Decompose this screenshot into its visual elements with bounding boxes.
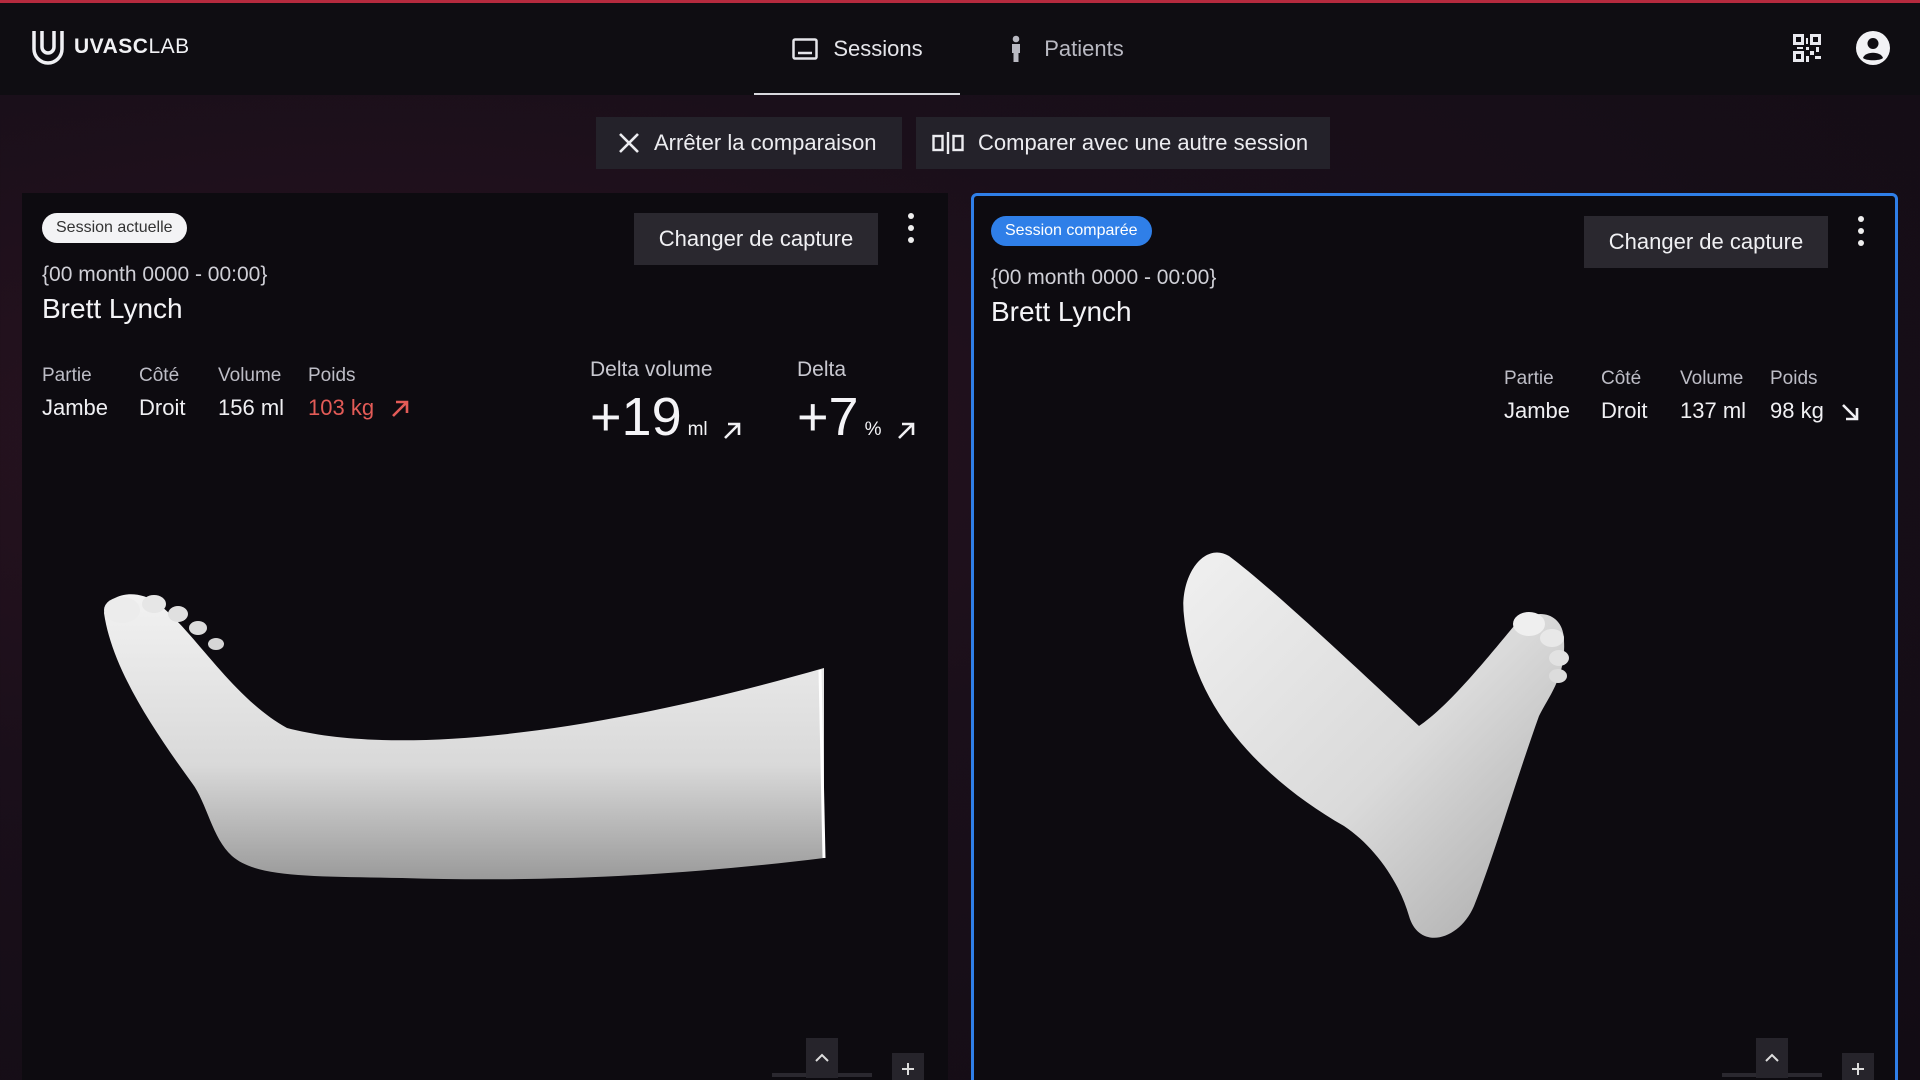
current-session-panel: Session actuelle Changer de capture {00 … xyxy=(22,193,948,1080)
stat-label: Partie xyxy=(1504,368,1554,389)
leg-3d-model-right[interactable] xyxy=(1174,546,1594,956)
stat-partie: Partie Jambe xyxy=(42,365,108,421)
stat-value: Jambe xyxy=(42,395,109,420)
stat-value: Jambe xyxy=(1504,398,1571,423)
tab-sessions-label: Sessions xyxy=(833,36,923,61)
stat-label: Volume xyxy=(1680,368,1744,389)
person-icon xyxy=(1002,35,1030,63)
delta-volume-label: Delta volume xyxy=(590,358,713,381)
stat-value-weight: 98 kg xyxy=(1770,398,1860,424)
stat-value-weight: 103 kg xyxy=(308,395,410,421)
stat-poids: Poids 98 kg xyxy=(1770,368,1860,424)
stat-label: Volume xyxy=(218,365,282,386)
header-actions xyxy=(1788,29,1892,67)
tab-patients[interactable]: Patients xyxy=(960,3,1166,95)
stat-volume: Volume 137 ml xyxy=(1680,368,1746,424)
more-options-icon[interactable] xyxy=(899,213,923,253)
delta-percent-value: +7% xyxy=(797,386,916,448)
change-capture-button[interactable]: Changer de capture xyxy=(1584,216,1828,268)
patient-name: Brett Lynch xyxy=(991,296,1132,327)
delta-percent: Delta +7% xyxy=(797,358,916,448)
delta-volume-value: +19 ml xyxy=(590,386,742,448)
stop-comparison-button[interactable]: Arrêter la comparaison xyxy=(596,117,902,169)
compare-other-session-label: Comparer avec une autre session xyxy=(978,130,1309,155)
arrow-up-right-icon xyxy=(724,422,741,439)
current-session-badge: Session actuelle xyxy=(42,213,187,243)
leg-3d-model-left[interactable] xyxy=(82,578,862,908)
arrow-up-right-icon xyxy=(898,422,915,439)
stat-cote: Côté Droit xyxy=(139,365,185,421)
patient-name: Brett Lynch xyxy=(42,293,183,324)
arrow-up-right-icon xyxy=(392,400,409,418)
stat-label: Poids xyxy=(1770,368,1818,389)
stat-partie: Partie Jambe xyxy=(1504,368,1570,424)
qr-code-icon[interactable] xyxy=(1788,29,1826,67)
session-date: {00 month 0000 - 00:00} xyxy=(991,266,1217,289)
zoom-in-icon[interactable] xyxy=(1842,1053,1874,1080)
chevron-up-icon[interactable] xyxy=(806,1038,838,1078)
delta-volume: Delta volume +19 ml xyxy=(590,358,742,448)
more-options-icon[interactable] xyxy=(1849,216,1873,256)
app-logo[interactable]: UVASCLAB xyxy=(30,27,190,67)
logo-text: UVASCLAB xyxy=(74,35,190,58)
compare-other-session-button[interactable]: Comparer avec une autre session xyxy=(916,117,1330,169)
stat-poids: Poids 103 kg xyxy=(308,365,410,421)
stat-label: Côté xyxy=(139,365,180,386)
compared-session-badge: Session comparée xyxy=(991,216,1152,246)
account-circle-icon[interactable] xyxy=(1854,29,1892,67)
stat-volume: Volume 156 ml xyxy=(218,365,284,421)
close-icon xyxy=(619,133,639,153)
stat-label: Côté xyxy=(1601,368,1642,389)
tab-patients-label: Patients xyxy=(1044,36,1124,61)
stat-cote: Côté Droit xyxy=(1601,368,1647,424)
compare-icon xyxy=(932,132,964,154)
compared-session-panel: Session comparée Changer de capture {00 … xyxy=(971,193,1898,1080)
delta-percent-label: Delta xyxy=(797,358,847,381)
stat-label: Poids xyxy=(308,365,356,386)
stat-value: 156 ml xyxy=(218,395,285,420)
uvasclab-logo-icon xyxy=(32,31,64,65)
tab-sessions[interactable]: Sessions xyxy=(754,3,960,95)
zoom-in-icon[interactable] xyxy=(892,1053,924,1080)
stat-value: Droit xyxy=(139,395,186,420)
image-icon xyxy=(791,35,819,63)
stat-label: Partie xyxy=(42,365,92,386)
arrow-down-right-icon xyxy=(1842,404,1859,421)
stat-value: Droit xyxy=(1601,398,1648,423)
session-date: {00 month 0000 - 00:00} xyxy=(42,263,268,286)
change-capture-button[interactable]: Changer de capture xyxy=(634,213,878,265)
comparison-toolbar: Arrêter la comparaison Comparer avec une… xyxy=(596,117,1330,169)
stop-comparison-label: Arrêter la comparaison xyxy=(654,130,877,155)
chevron-up-icon[interactable] xyxy=(1756,1038,1788,1078)
main-nav: Sessions Patients xyxy=(754,3,1166,95)
stat-value: 137 ml xyxy=(1680,398,1747,423)
app-header: UVASCLAB Sessions Patients xyxy=(0,3,1920,95)
